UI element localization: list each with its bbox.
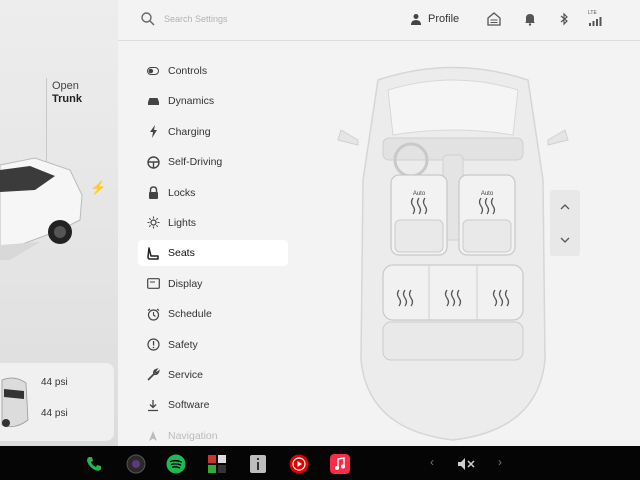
toggle-icon [146, 64, 160, 78]
menu-item-software[interactable]: Software [138, 392, 288, 418]
menu-item-label: Charging [168, 125, 211, 138]
menu-item-self-driving[interactable]: Self-Driving [138, 149, 288, 175]
car-icon [146, 94, 160, 108]
menu-item-label: Self-Driving [168, 156, 223, 169]
car-render[interactable] [0, 150, 90, 260]
settings-panel: Profile LTE Cont [118, 0, 640, 446]
signal-bars-icon [589, 17, 602, 26]
owners-manual-icon[interactable] [248, 454, 268, 474]
menu-item-label: Navigation [168, 429, 218, 442]
chevron-up-icon [560, 203, 570, 209]
notification-bell-icon[interactable] [522, 11, 538, 27]
mute-icon[interactable] [456, 454, 478, 474]
person-icon [411, 14, 421, 25]
display-icon [146, 277, 160, 291]
scroll-up-button[interactable] [550, 190, 580, 223]
menu-item-controls[interactable]: Controls [138, 58, 288, 84]
music-icon[interactable] [330, 454, 350, 474]
menu-item-schedule[interactable]: Schedule [138, 301, 288, 327]
open-trunk-label-bottom: Trunk [52, 93, 82, 105]
navigation-icon [146, 429, 160, 443]
profile-button[interactable]: Profile [410, 9, 459, 29]
front-tire-pressure: 44 psi [41, 377, 68, 388]
menu-item-label: Safety [168, 338, 198, 351]
phone-icon[interactable] [84, 454, 104, 474]
scroll-down-button[interactable] [550, 223, 580, 256]
menu-item-lights[interactable]: Lights [138, 210, 288, 236]
settings-topbar: Profile LTE [118, 0, 640, 41]
download-icon [146, 398, 160, 412]
spotify-icon[interactable] [166, 454, 186, 474]
menu-item-label: Lights [168, 216, 197, 229]
seat-icon [146, 246, 160, 260]
front-left-seat-mode: Auto [413, 191, 426, 197]
menu-item-navigation[interactable]: Navigation [138, 423, 288, 449]
menu-item-label: Software [168, 399, 210, 412]
menu-item-seats[interactable]: Seats [138, 240, 288, 267]
seat-scroll-control [550, 190, 580, 256]
tire-pressure-card[interactable]: 44 psi 44 psi [0, 363, 114, 441]
volume-up-chevron-icon[interactable]: › [498, 455, 502, 469]
steering-wheel-icon [146, 155, 160, 169]
menu-item-label: Locks [168, 186, 196, 199]
toybox-icon[interactable] [207, 454, 227, 474]
youtube-icon[interactable] [289, 454, 309, 474]
bluetooth-icon[interactable] [556, 11, 572, 27]
info-circle-icon [146, 338, 160, 352]
network-label: LTE [588, 10, 597, 16]
taskbar: ‹ › [0, 446, 640, 480]
front-right-seat-mode: Auto [481, 191, 494, 197]
menu-item-label: Dynamics [168, 95, 215, 108]
menu-item-label: Controls [168, 65, 208, 77]
garage-icon[interactable] [486, 11, 502, 27]
settings-menu: Controls Dynamics Charging Self-Driving … [138, 58, 288, 453]
menu-item-service[interactable]: Service [138, 362, 288, 388]
profile-label: Profile [428, 13, 460, 25]
seat-heater-diagram: Auto Auto [337, 66, 569, 441]
wrench-icon [146, 368, 160, 382]
lock-icon [146, 186, 160, 200]
search-input[interactable] [164, 11, 344, 27]
menu-item-display[interactable]: Display [138, 271, 288, 297]
vehicle-panel: Open Trunk ⚡ 44 psi 44 psi [0, 0, 119, 446]
search-icon [141, 12, 155, 26]
rear-tire-pressure: 44 psi [41, 408, 68, 419]
menu-item-label: Seats [168, 247, 195, 260]
menu-item-label: Service [168, 368, 204, 381]
mini-car-icon [1, 377, 29, 428]
camera-app-icon[interactable] [126, 454, 146, 474]
menu-item-locks[interactable]: Locks [138, 180, 288, 206]
menu-item-label: Display [168, 277, 203, 290]
menu-item-dynamics[interactable]: Dynamics [138, 88, 288, 114]
menu-item-charging[interactable]: Charging [138, 119, 288, 145]
open-trunk-label-top: Open [52, 80, 79, 92]
sun-icon [146, 216, 160, 230]
menu-item-label: Schedule [168, 308, 212, 321]
charging-bolt-icon: ⚡ [90, 180, 107, 195]
menu-item-safety[interactable]: Safety [138, 332, 288, 358]
volume-down-chevron-icon[interactable]: ‹ [430, 455, 434, 469]
bolt-icon [146, 125, 160, 139]
chevron-down-icon [560, 237, 570, 243]
network-status: LTE [588, 10, 602, 26]
alarm-icon [146, 307, 160, 321]
open-trunk-button[interactable]: Open Trunk [52, 80, 82, 106]
